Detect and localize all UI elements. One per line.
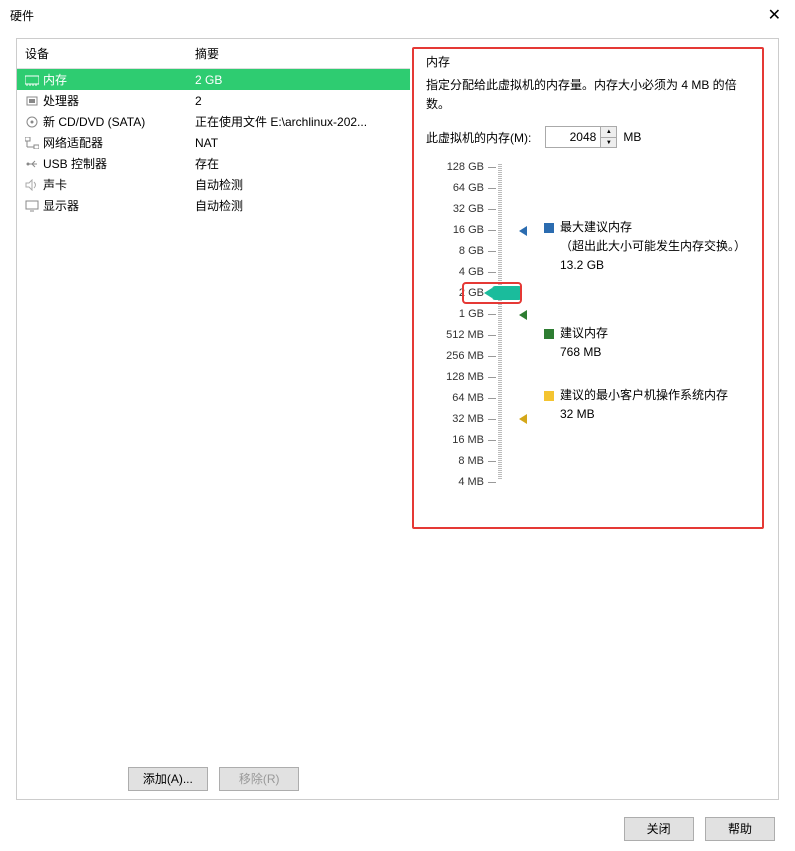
tick-label: 16 GB bbox=[426, 224, 484, 236]
memory-field-label: 此虚拟机的内存(M): bbox=[426, 129, 531, 146]
tick-label: 8 GB bbox=[426, 245, 484, 257]
col-summary-header: 摘要 bbox=[187, 39, 410, 69]
hardware-table: 设备 摘要 内存 2 GB 处理器 2 新 CD/DVD (SATA) 正在使用… bbox=[17, 39, 410, 216]
display-icon bbox=[25, 200, 39, 212]
hardware-list-pane: 设备 摘要 内存 2 GB 处理器 2 新 CD/DVD (SATA) 正在使用… bbox=[17, 39, 410, 799]
hw-summary: 存在 bbox=[187, 153, 410, 174]
hw-row-display[interactable]: 显示器 自动检测 bbox=[17, 195, 410, 216]
marker-max bbox=[519, 226, 527, 236]
add-button[interactable]: 添加(A)... bbox=[128, 767, 208, 791]
window-title: 硬件 bbox=[10, 7, 34, 24]
usb-icon bbox=[25, 158, 39, 170]
memory-unit: MB bbox=[623, 130, 641, 144]
hw-summary: 2 GB bbox=[187, 69, 410, 91]
memory-spinner[interactable]: ▲ ▼ bbox=[545, 126, 617, 148]
tick-label: 32 MB bbox=[426, 413, 484, 425]
hw-label: 声卡 bbox=[43, 178, 67, 192]
spin-up-icon[interactable]: ▲ bbox=[601, 127, 616, 138]
hw-row-cdrom[interactable]: 新 CD/DVD (SATA) 正在使用文件 E:\archlinux-202.… bbox=[17, 111, 410, 132]
panel-title: 内存 bbox=[426, 53, 754, 70]
hw-summary: 自动检测 bbox=[187, 195, 410, 216]
disc-icon bbox=[25, 116, 39, 128]
hw-label: 处理器 bbox=[43, 94, 79, 108]
legend-min: 建议的最小客户机操作系统内存 32 MB bbox=[544, 386, 728, 423]
tick-label: 256 MB bbox=[426, 350, 484, 362]
network-icon bbox=[25, 137, 39, 149]
slider-track[interactable] bbox=[498, 164, 502, 480]
tick-label: 4 GB bbox=[426, 266, 484, 278]
close-icon[interactable]: ✕ bbox=[764, 5, 785, 25]
hw-row-sound[interactable]: 声卡 自动检测 bbox=[17, 174, 410, 195]
hw-row-processor[interactable]: 处理器 2 bbox=[17, 90, 410, 111]
col-device-header: 设备 bbox=[17, 39, 187, 69]
tick-label: 4 MB bbox=[426, 476, 484, 488]
hw-label: 新 CD/DVD (SATA) bbox=[43, 115, 145, 129]
square-icon bbox=[544, 329, 554, 339]
tick-label: 512 MB bbox=[426, 329, 484, 341]
hw-label: 显示器 bbox=[43, 199, 79, 213]
hw-label: USB 控制器 bbox=[43, 157, 107, 171]
memory-panel: 内存 指定分配给此虚拟机的内存量。内存大小必须为 4 MB 的倍数。 此虚拟机的… bbox=[412, 47, 764, 529]
memory-slider-area: 128 GB 64 GB 32 GB 16 GB 8 GB 4 GB 2 GB … bbox=[426, 160, 754, 500]
tick-label: 16 MB bbox=[426, 434, 484, 446]
tick-label: 32 GB bbox=[426, 203, 484, 215]
marker-recommended bbox=[519, 310, 527, 320]
tick-label: 64 MB bbox=[426, 392, 484, 404]
cpu-icon bbox=[25, 95, 39, 107]
memory-icon bbox=[25, 74, 39, 86]
close-button[interactable]: 关闭 bbox=[624, 817, 694, 841]
legend-max: 最大建议内存 （超出此大小可能发生内存交换。） 13.2 GB bbox=[544, 218, 746, 274]
marker-min bbox=[519, 414, 527, 424]
main-container: 设备 摘要 内存 2 GB 处理器 2 新 CD/DVD (SATA) 正在使用… bbox=[16, 38, 779, 800]
hw-label: 网络适配器 bbox=[43, 136, 103, 150]
highlight-box bbox=[462, 282, 522, 304]
remove-button: 移除(R) bbox=[219, 767, 299, 791]
hw-label: 内存 bbox=[43, 73, 67, 87]
sound-icon bbox=[25, 179, 39, 191]
hw-row-memory[interactable]: 内存 2 GB bbox=[17, 69, 410, 91]
detail-pane: 内存 指定分配给此虚拟机的内存量。内存大小必须为 4 MB 的倍数。 此虚拟机的… bbox=[410, 39, 770, 799]
tick-label: 8 MB bbox=[426, 455, 484, 467]
spin-down-icon[interactable]: ▼ bbox=[601, 138, 616, 148]
memory-input[interactable] bbox=[546, 127, 600, 147]
hw-summary: NAT bbox=[187, 132, 410, 153]
hw-row-network[interactable]: 网络适配器 NAT bbox=[17, 132, 410, 153]
tick-label: 128 GB bbox=[426, 161, 484, 173]
panel-description: 指定分配给此虚拟机的内存量。内存大小必须为 4 MB 的倍数。 bbox=[426, 76, 750, 114]
hw-row-usb[interactable]: USB 控制器 存在 bbox=[17, 153, 410, 174]
tick-label: 128 MB bbox=[426, 371, 484, 383]
square-icon bbox=[544, 223, 554, 233]
hw-summary: 自动检测 bbox=[187, 174, 410, 195]
tick-label: 1 GB bbox=[426, 308, 484, 320]
legend-recommended: 建议内存 768 MB bbox=[544, 324, 608, 361]
hw-summary: 正在使用文件 E:\archlinux-202... bbox=[187, 111, 410, 132]
help-button[interactable]: 帮助 bbox=[705, 817, 775, 841]
tick-label: 64 GB bbox=[426, 182, 484, 194]
hw-summary: 2 bbox=[187, 90, 410, 111]
square-icon bbox=[544, 391, 554, 401]
